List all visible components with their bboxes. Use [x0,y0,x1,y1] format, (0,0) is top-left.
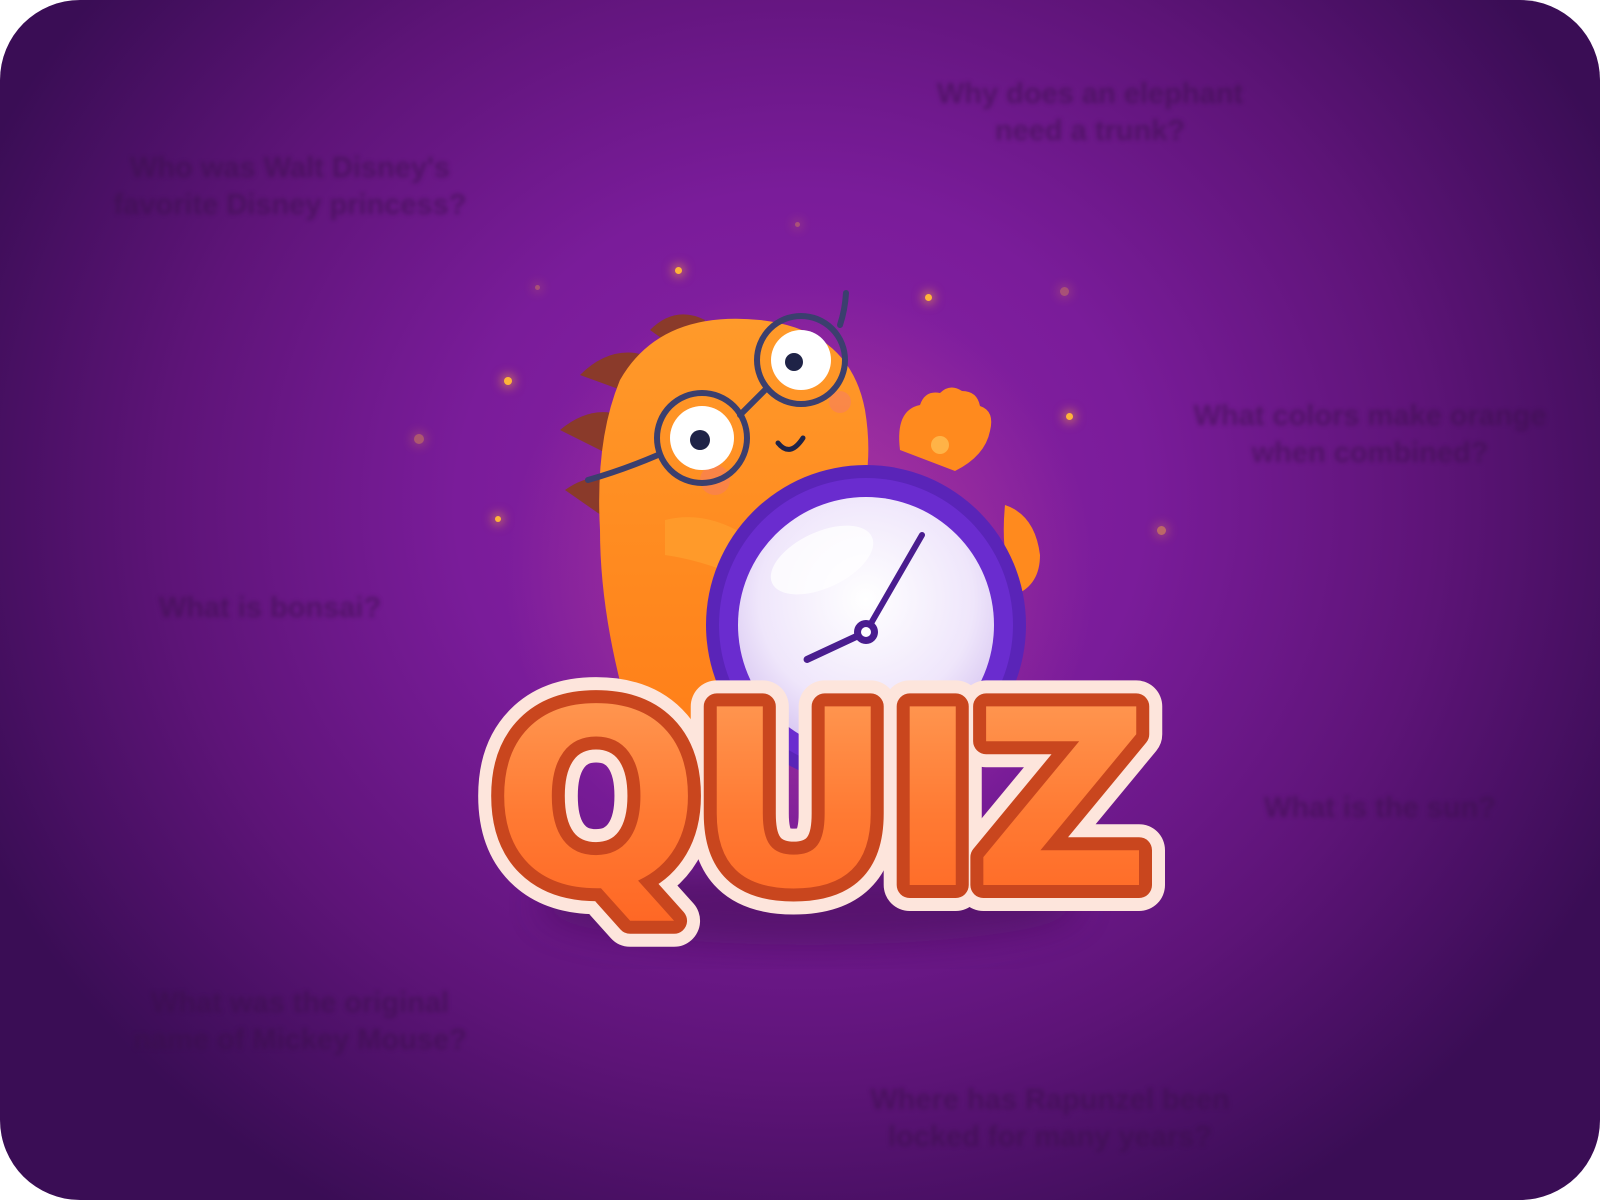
quiz-logo: QUIZ QUIZ QUIZ [466,290,1176,969]
quiz-splash-screen: Why does an elephant need a trunk? Who w… [0,0,1600,1200]
quiz-title: QUIZ QUIZ QUIZ [466,632,1176,969]
quiz-title-text: QUIZ [492,658,1144,943]
